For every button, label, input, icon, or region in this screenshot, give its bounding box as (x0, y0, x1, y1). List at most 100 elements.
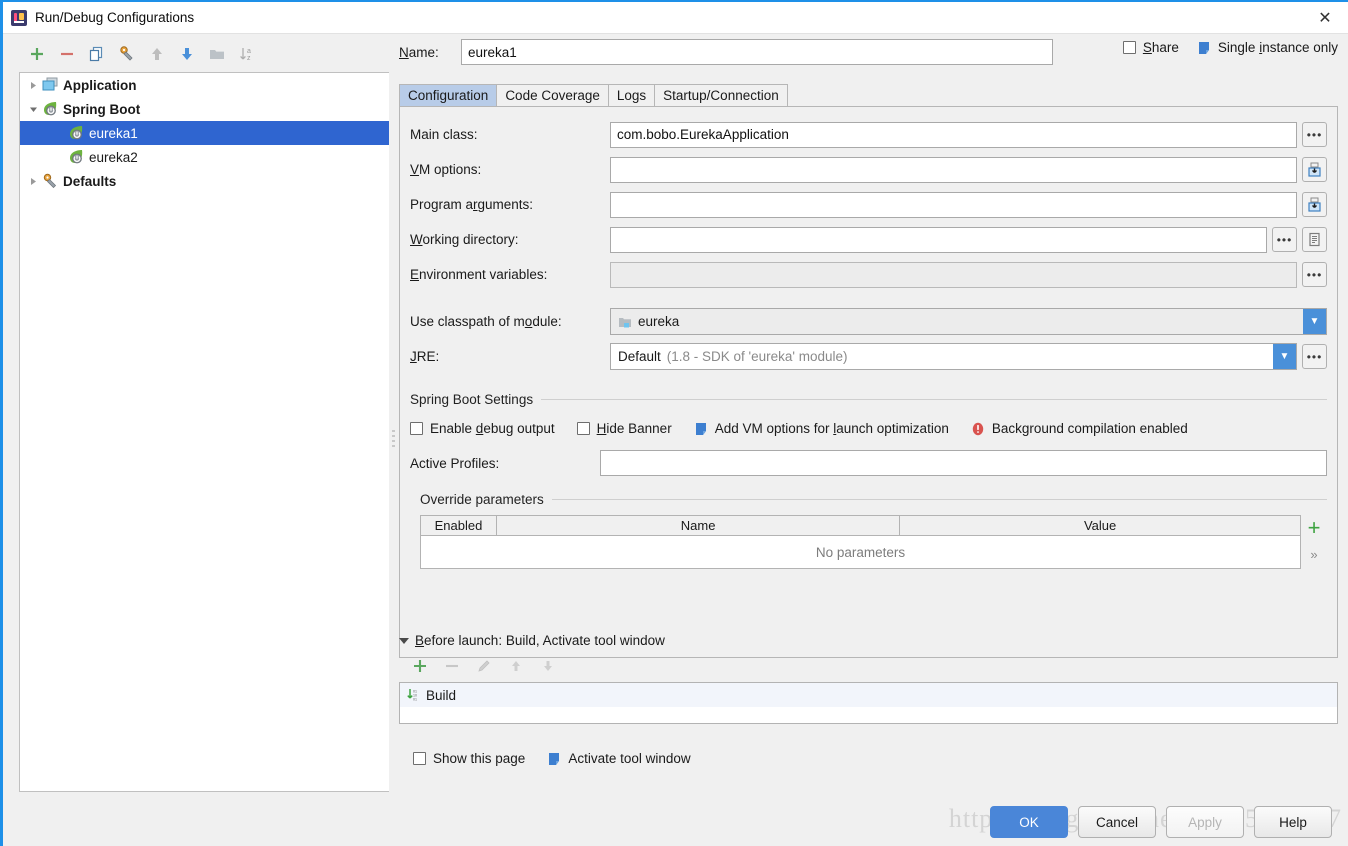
help-button[interactable]: Help (1254, 806, 1332, 838)
vm-options-row: VM options: (410, 152, 1327, 187)
edit-task-button[interactable] (471, 655, 497, 677)
active-profiles-input[interactable] (600, 450, 1327, 476)
main-class-input[interactable] (610, 121, 1297, 148)
tab-logs[interactable]: Logs (607, 84, 656, 106)
chevron-down-icon[interactable]: ▼ (1273, 344, 1296, 369)
column-header-value[interactable]: Value (900, 516, 1300, 535)
column-header-name[interactable]: Name (497, 516, 901, 535)
hide-banner-checkbox-row[interactable]: Hide Banner (576, 421, 672, 436)
splitter-grip-icon[interactable] (392, 430, 396, 452)
table-empty-message: No parameters (815, 544, 906, 560)
program-arguments-row: Program arguments: (410, 187, 1327, 222)
cancel-button[interactable]: Cancel (1078, 806, 1156, 838)
tree-item-defaults[interactable]: Defaults (20, 169, 395, 193)
program-arguments-input[interactable] (610, 191, 1297, 218)
sort-configurations-button[interactable]: a z (233, 41, 261, 67)
show-this-page-checkbox-row[interactable]: Show this page (413, 751, 525, 766)
vm-options-input[interactable] (610, 156, 1297, 183)
spring-boot-flags-row: Enable debug output Hide Banner Add VM o… (410, 421, 1327, 436)
run-debug-configurations-dialog: Run/Debug Configurations ✕ a z Applicati… (0, 0, 1348, 846)
chevron-down-icon[interactable] (399, 637, 409, 644)
wrench-icon (42, 173, 60, 189)
add-vm-options-option[interactable]: Add VM options for launch optimization (694, 421, 949, 436)
chevron-down-icon[interactable]: ▼ (1303, 309, 1326, 334)
browse-dots-icon[interactable]: ••• (1272, 227, 1297, 252)
application-icon (42, 77, 60, 93)
expand-editor-icon[interactable] (1302, 157, 1327, 182)
macro-list-icon[interactable] (1302, 227, 1327, 252)
chevron-right-icon[interactable]: » (1310, 547, 1317, 562)
program-arguments-label: Program arguments: (410, 197, 534, 212)
remove-task-button[interactable] (439, 655, 465, 677)
move-task-down-button[interactable] (535, 655, 561, 677)
spring-boot-settings-title: Spring Boot Settings (410, 392, 1327, 407)
enable-debug-output-checkbox-row[interactable]: Enable debug output (410, 421, 555, 436)
tree-item-label: Application (63, 77, 137, 93)
name-input[interactable] (461, 39, 1053, 65)
browse-dots-icon[interactable]: ••• (1302, 262, 1327, 287)
move-up-button[interactable] (143, 41, 171, 67)
active-profiles-row: Active Profiles: (410, 450, 1327, 476)
jre-combobox[interactable]: Default (1.8 - SDK of 'eureka' module) ▼ (610, 343, 1297, 370)
tab-startup-connection[interactable]: Startup/Connection (654, 84, 788, 106)
single-instance-only-option[interactable]: Single instance only (1197, 40, 1338, 55)
override-parameters-table-wrap: Enabled Name Value No parameters + » (420, 515, 1327, 569)
tab-code-coverage[interactable]: Code Coverage (496, 84, 609, 106)
browse-dots-icon[interactable]: ••• (1302, 344, 1327, 369)
copy-configuration-button[interactable] (83, 41, 111, 67)
tree-item-label: Defaults (63, 173, 117, 189)
create-folder-button[interactable] (203, 41, 231, 67)
before-launch-task-list[interactable]: 01 10 01 Build (399, 682, 1338, 724)
svg-text:z: z (247, 55, 251, 62)
enable-debug-output-checkbox[interactable] (410, 422, 423, 435)
warning-icon (971, 422, 985, 436)
activate-tool-window-option[interactable]: Activate tool window (547, 751, 691, 766)
before-launch-toolbar (407, 654, 1338, 678)
tree-item-spring-boot[interactable]: Spring Boot (20, 97, 395, 121)
table-header: Enabled Name Value (421, 516, 1300, 536)
editor-tabs: Configuration Code Coverage Logs Startup… (399, 84, 1338, 106)
close-icon[interactable]: ✕ (1302, 2, 1348, 33)
column-header-enabled[interactable]: Enabled (421, 516, 497, 535)
move-task-up-button[interactable] (503, 655, 529, 677)
pane-splitter[interactable] (389, 38, 399, 792)
share-checkbox[interactable] (1122, 41, 1136, 54)
ok-button[interactable]: OK (990, 806, 1068, 838)
chevron-right-icon[interactable] (24, 76, 42, 94)
bottom-options-row: Show this page Activate tool window (413, 751, 691, 766)
tree-item-application[interactable]: Application (20, 73, 395, 97)
hide-banner-label: Hide Banner (596, 421, 672, 436)
spring-boot-icon (42, 101, 60, 117)
intellij-idea-icon (11, 9, 27, 26)
browse-dots-icon[interactable]: ••• (1302, 122, 1327, 147)
main-class-label: Main class: (410, 127, 478, 142)
tree-item-eureka2[interactable]: eureka2 (20, 145, 395, 169)
share-checkbox-label[interactable]: Share (1122, 40, 1179, 55)
chevron-right-icon[interactable] (24, 172, 42, 190)
add-configuration-button[interactable] (23, 41, 51, 67)
hide-banner-checkbox[interactable] (576, 422, 590, 435)
single-instance-only-label: Single instance only (1217, 40, 1338, 55)
module-combobox[interactable]: eureka ▼ (610, 308, 1327, 335)
activate-tool-window-label: Activate tool window (568, 751, 691, 766)
configurations-tree[interactable]: Application Spring Boot eureka1 eureka2 … (19, 72, 396, 792)
background-compilation-option[interactable]: Background compilation enabled (971, 421, 1188, 436)
move-down-button[interactable] (173, 41, 201, 67)
apply-button[interactable]: Apply (1166, 806, 1244, 838)
add-task-button[interactable] (407, 655, 433, 677)
environment-variables-input[interactable] (610, 261, 1297, 288)
expand-editor-icon[interactable] (1302, 192, 1327, 217)
show-this-page-checkbox[interactable] (413, 752, 426, 765)
working-directory-input[interactable] (610, 226, 1267, 253)
edit-templates-button[interactable] (113, 41, 141, 67)
jre-row: JRE: Default (1.8 - SDK of 'eureka' modu… (410, 339, 1327, 374)
remove-configuration-button[interactable] (53, 41, 81, 67)
tree-item-eureka1[interactable]: eureka1 (20, 121, 395, 145)
tab-configuration[interactable]: Configuration (399, 84, 498, 106)
plus-icon[interactable]: + (1308, 517, 1321, 539)
override-parameters-table[interactable]: Enabled Name Value No parameters (420, 515, 1301, 569)
chevron-down-icon[interactable] (24, 100, 42, 118)
show-this-page-label: Show this page (433, 751, 526, 766)
before-launch-title[interactable]: Before launch: Build, Activate tool wind… (399, 633, 1338, 648)
before-launch-task-build[interactable]: 01 10 01 Build (400, 683, 1337, 707)
